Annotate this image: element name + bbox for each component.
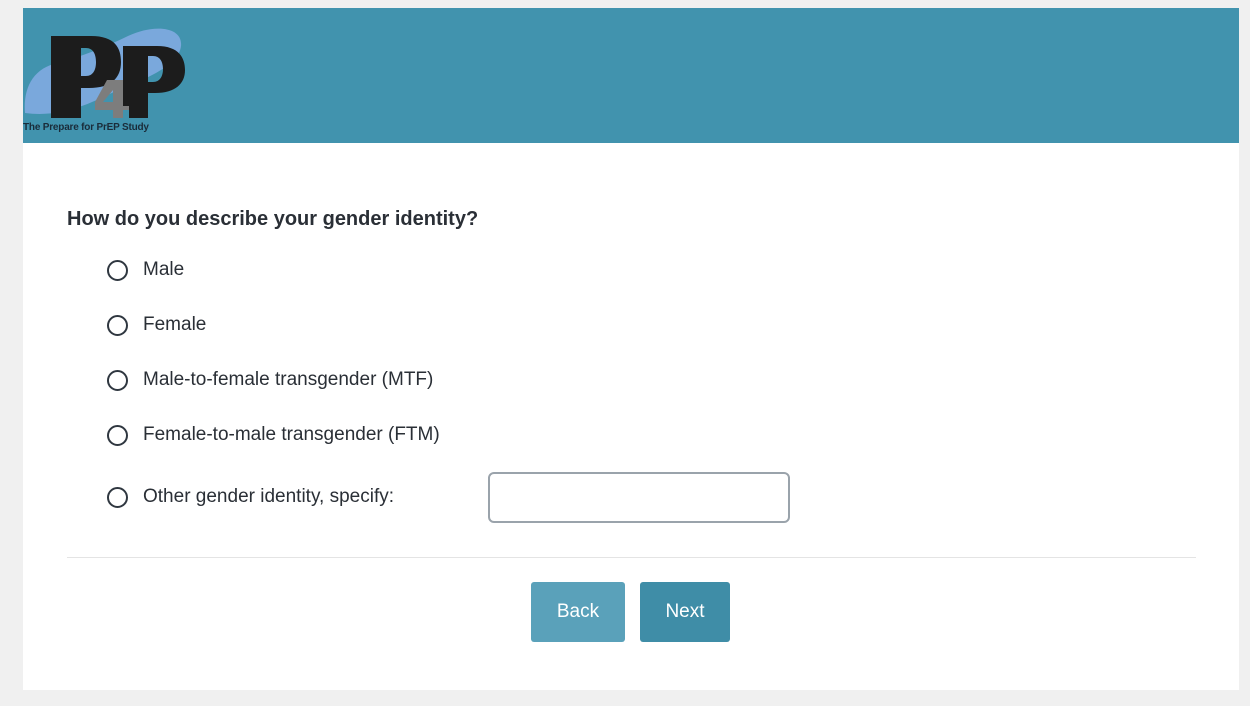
back-button[interactable]: Back	[531, 582, 625, 642]
divider	[67, 557, 1196, 558]
option-label: Female	[143, 314, 207, 335]
radio-button-female[interactable]	[107, 314, 128, 336]
option-mtf[interactable]: Male-to-female transgender (MTF)	[107, 365, 433, 395]
option-label: Other gender identity, specify:	[143, 486, 394, 507]
option-label: Male	[143, 259, 185, 280]
radio-button-male[interactable]	[107, 259, 128, 281]
study-logo: The Prepare for PrEP Study	[23, 18, 223, 143]
logo-caption: The Prepare for PrEP Study	[23, 122, 149, 133]
question-text: How do you describe your gender identity…	[67, 208, 479, 230]
option-female[interactable]: Female	[107, 310, 206, 340]
option-other[interactable]: Other gender identity, specify:	[107, 482, 394, 512]
radio-button-other[interactable]	[107, 486, 128, 508]
next-button[interactable]: Next	[640, 582, 730, 642]
header-banner: The Prepare for PrEP Study	[23, 8, 1239, 143]
radio-button-ftm[interactable]	[107, 424, 128, 446]
p4p-logo-icon	[24, 28, 185, 118]
option-male[interactable]: Male	[107, 255, 184, 285]
radio-button-mtf[interactable]	[107, 369, 128, 391]
page-card: The Prepare for PrEP Study How do you de…	[23, 8, 1239, 690]
option-ftm[interactable]: Female-to-male transgender (FTM)	[107, 420, 440, 450]
option-label: Male-to-female transgender (MTF)	[143, 369, 434, 390]
option-label: Female-to-male transgender (FTM)	[143, 424, 440, 445]
other-gender-input[interactable]	[488, 472, 790, 523]
